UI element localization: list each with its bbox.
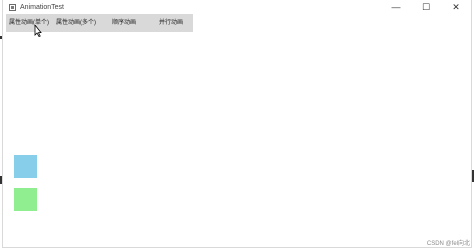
window-controls: — ☐ ✕ [381, 0, 471, 14]
close-icon: ✕ [452, 1, 460, 12]
minimize-icon: — [391, 2, 401, 12]
single-property-animation-button[interactable]: 属性动画(单个) [9, 14, 49, 32]
window-title: AnimationTest [20, 3, 64, 11]
animated-box-green [14, 188, 37, 211]
app-window-icon [9, 3, 16, 11]
app-window: AnimationTest — ☐ ✕ 属性动画(单个) 属性动画(多个) 顺序… [2, 0, 472, 248]
close-button[interactable]: ✕ [441, 0, 471, 14]
multiple-property-animation-button[interactable]: 属性动画(多个) [56, 14, 96, 32]
title-bar: AnimationTest — ☐ ✕ [3, 0, 471, 14]
mouse-cursor-icon [34, 25, 42, 37]
sequential-animation-button[interactable]: 顺序动画 [112, 14, 136, 32]
maximize-icon: ☐ [421, 1, 431, 12]
parallel-animation-button[interactable]: 并行动画 [159, 14, 183, 32]
animated-box-blue [14, 155, 37, 178]
maximize-button[interactable]: ☐ [411, 0, 441, 14]
minimize-button[interactable]: — [381, 0, 411, 14]
watermark: CSDN @fel向北 [426, 241, 470, 247]
